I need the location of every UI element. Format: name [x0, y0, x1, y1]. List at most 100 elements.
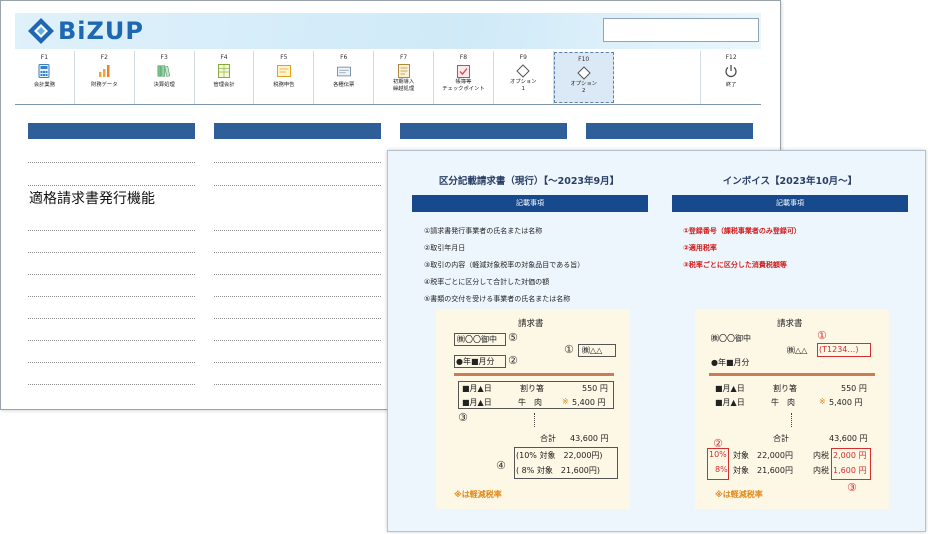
menu-line	[214, 274, 381, 275]
fkey-f4[interactable]: F4 管理会計	[195, 51, 255, 104]
function-key-bar: F1 会計業務 F2 財務データ F3 決算処理 F4 管理会計 F5 税務申告…	[15, 51, 761, 105]
reduced-rate-mark: ※	[562, 397, 569, 406]
fkey-label: 初期導入 繰越処理	[393, 79, 414, 93]
fkey-number: F12	[725, 54, 737, 61]
fkey-f8[interactable]: F8 帳簿等 チェックポイント	[434, 51, 494, 104]
fkey-label: オプション 1	[510, 79, 537, 93]
total-label: 合計	[773, 434, 789, 443]
total-amount: 43,600 円	[570, 434, 609, 443]
feature-link-invoice[interactable]: 適格請求書発行機能	[29, 188, 155, 208]
column-header-2	[214, 123, 381, 139]
continuation-dots	[534, 413, 535, 427]
fkey-f1[interactable]: F1 会計業務	[15, 51, 75, 104]
fkey-f5[interactable]: F5 税務申告	[254, 51, 315, 104]
checklist-icon	[456, 64, 470, 78]
right-invoice-sample: 請求書 ㈱〇〇御中 ① ㈱△△ (T1234…) ●年■月分 ■月▲日 割り箸 …	[695, 309, 889, 509]
row1-item: 割り箸	[520, 384, 544, 393]
menu-line	[214, 362, 381, 363]
fkey-f6[interactable]: F6 各種伝票	[314, 51, 375, 104]
row2-amount: 5,400 円	[572, 398, 606, 407]
fkey-label: オプション 2	[570, 81, 597, 95]
menu-line	[28, 362, 195, 363]
fkey-number: F6	[340, 54, 348, 61]
marker-3: ③	[458, 411, 468, 424]
menu-line	[214, 384, 381, 385]
menu-line	[28, 230, 195, 231]
list-item: ②適用税率	[683, 244, 717, 252]
menu-line	[28, 318, 195, 319]
fkey-f7[interactable]: F7 初期導入 繰越処理	[374, 51, 435, 104]
marker-3: ③	[847, 481, 857, 494]
row2-date: ■月▲日	[715, 398, 745, 407]
right-items-list: ①登録番号（課税事業者のみ登録可） ②適用税率 ③税率ごとに区分した消費税額等	[683, 223, 801, 274]
tax10-amount: 2,000 円	[833, 451, 867, 460]
fkey-label: 決算処理	[153, 82, 175, 88]
fkey-label-line1: 帳簿等	[455, 79, 472, 85]
logo: BiZUP	[27, 17, 144, 45]
fkey-label-line1: オプション	[570, 81, 597, 87]
bizup-logo-icon	[28, 18, 54, 44]
bar-chart-icon	[97, 64, 111, 78]
diamond-icon	[516, 64, 531, 78]
logo-text: BiZUP	[58, 17, 144, 45]
power-icon	[724, 64, 738, 78]
tax8-line: ( 8% 対象 21,600円)	[516, 466, 601, 475]
list-item: ①登録番号（課税事業者のみ登録可）	[683, 227, 801, 235]
header-input[interactable]	[603, 18, 759, 42]
fkey-f3[interactable]: F3 決算処理	[135, 51, 195, 104]
marker-5: ⑤	[508, 331, 518, 344]
doc-title: 請求書	[777, 319, 803, 329]
row1-item: 割り箸	[773, 384, 797, 393]
separator	[709, 373, 875, 376]
row2-item: 牛 肉	[518, 398, 542, 407]
doc-issuer: ㈱△△	[787, 346, 808, 355]
fkey-number: F7	[399, 54, 408, 61]
tax8-amount: 1,600 円	[833, 466, 867, 475]
menu-line	[214, 296, 381, 297]
doc-addressee: ㈱〇〇御中	[457, 335, 497, 344]
list-item: ①請求書発行事業者の氏名または名称	[424, 227, 543, 235]
menu-line	[214, 252, 381, 253]
fkey-f9[interactable]: F9 オプション 1	[494, 51, 554, 104]
continuation-dots	[791, 413, 792, 427]
fkey-label-line2: 1	[521, 86, 525, 92]
reduced-rate-note: ※は軽減税率	[715, 490, 763, 499]
marker-4: ④	[496, 459, 506, 472]
fkey-number: F2	[100, 54, 108, 61]
row1-date: ■月▲日	[462, 384, 492, 393]
fkey-number: F4	[220, 54, 228, 61]
menu-line	[28, 296, 195, 297]
row2-amount: 5,400 円	[829, 398, 863, 407]
fkey-label: 終了	[725, 82, 737, 88]
menu-line	[214, 185, 381, 186]
column-header-1	[28, 123, 195, 139]
doc-date: ●年■月分	[456, 357, 495, 366]
left-items-list: ①請求書発行事業者の氏名または名称 ②取引年月日 ③取引の内容（軽減対象税率の対…	[424, 223, 584, 308]
fkey-label-line2: 繰越処理	[392, 86, 415, 92]
fkey-number: F1	[40, 54, 49, 61]
fkey-f12[interactable]: F12 終了	[701, 51, 761, 104]
left-section-bar: 記載事項	[412, 195, 648, 212]
fkey-label: 各種伝票	[333, 82, 355, 88]
menu-line	[28, 340, 195, 341]
reduced-rate-mark: ※	[819, 397, 826, 406]
list-item: ③取引の内容（軽減対象税率の対象品目である旨）	[424, 261, 585, 269]
right-section-bar: 記載事項	[672, 195, 908, 212]
fkey-number: F5	[280, 54, 288, 61]
fkey-label: 税務申告	[273, 82, 295, 88]
fkey-label-line2: 2	[582, 88, 586, 94]
fkey-number: F3	[160, 54, 168, 61]
document-icon	[397, 64, 411, 78]
fkey-label: 管理会計	[213, 82, 235, 88]
fkey-f2[interactable]: F2 財務データ	[75, 51, 135, 104]
row1-amount: 550 円	[841, 384, 867, 393]
slip-icon	[336, 64, 351, 78]
obj10: 対象 22,000円	[733, 451, 793, 460]
calculator-icon	[37, 64, 51, 78]
tax10-line: (10% 対象 22,000円)	[516, 451, 603, 460]
doc-issuer: ㈱△△	[582, 346, 603, 355]
menu-line	[214, 230, 381, 231]
fkey-f10[interactable]: F10 オプション 2	[553, 52, 614, 103]
row1-amount: 550 円	[582, 384, 608, 393]
doc-addressee: ㈱〇〇御中	[711, 334, 751, 343]
